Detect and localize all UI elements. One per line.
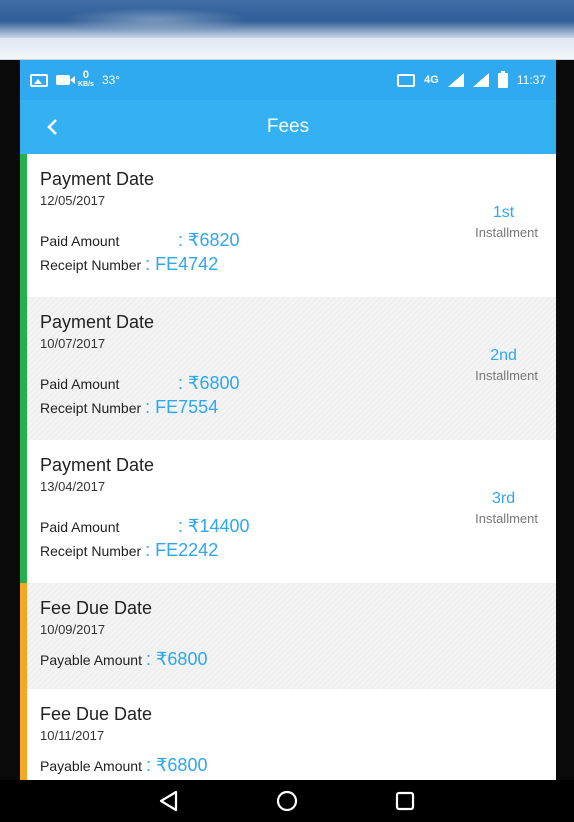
nav-home-button[interactable] <box>267 784 307 818</box>
paid-amount-label: Paid Amount <box>40 233 120 249</box>
paid-amount-value: : ₹6820 <box>178 230 240 250</box>
phone-edge-right <box>556 60 574 782</box>
receipt-number-value: : FE2242 <box>145 540 219 560</box>
net-speed-unit: KB/s <box>78 81 94 88</box>
square-recents-icon <box>395 791 415 811</box>
fee-due-card[interactable]: Fee Due Date 10/11/2017 Payable Amount :… <box>20 689 556 780</box>
video-notification-icon <box>56 75 75 85</box>
payable-amount-label: Payable Amount <box>40 758 142 774</box>
receipt-number-label: Receipt Number <box>40 400 142 416</box>
browser-frame <box>0 0 574 38</box>
payment-card[interactable]: Payment Date 13/04/2017 Paid Amount : ₹1… <box>20 440 556 583</box>
app-bar: Fees <box>20 100 556 154</box>
gallery-notification-icon <box>30 73 48 87</box>
installment-label: Installment <box>475 225 538 240</box>
installment-number: 1st <box>492 204 515 221</box>
nav-back-button[interactable] <box>149 784 189 818</box>
frame-shine <box>60 8 250 32</box>
system-nav-bar <box>0 780 574 822</box>
payable-amount-row: Payable Amount : ₹6800 <box>40 649 556 670</box>
payment-date-title: Payment Date <box>40 455 155 475</box>
receipt-number-row: Receipt Number : FE2242 <box>40 540 556 561</box>
fees-list: Payment Date 12/05/2017 Paid Amount : ₹6… <box>20 154 556 780</box>
network-type: 4G <box>424 74 439 86</box>
installment-number: 2nd <box>490 347 517 364</box>
paid-status-bar <box>20 297 27 440</box>
nav-recents-button[interactable] <box>385 784 425 818</box>
installment-label: Installment <box>475 368 538 383</box>
installment-badge: 1st Installment <box>475 204 538 240</box>
payment-date-title: Payment Date <box>40 312 155 332</box>
back-button[interactable] <box>38 113 66 141</box>
receipt-number-value: : FE7554 <box>145 397 219 417</box>
net-speed-value: 0 <box>82 69 90 81</box>
signal-icon <box>447 73 464 87</box>
page-title: Fees <box>266 116 310 137</box>
installment-label: Installment <box>475 511 538 526</box>
payable-amount-value: : ₹6800 <box>145 755 208 775</box>
fee-due-title: Fee Due Date <box>40 704 153 724</box>
paid-amount-value: : ₹14400 <box>178 516 250 536</box>
receipt-number-label: Receipt Number <box>40 543 142 559</box>
circle-home-icon <box>276 790 298 812</box>
net-speed: 0 KB/s <box>78 69 94 89</box>
cast-icon <box>397 73 416 87</box>
clock: 11:37 <box>516 73 546 87</box>
battery-icon <box>497 70 508 88</box>
roaming-signal-icon <box>472 73 489 87</box>
due-status-bar <box>20 689 27 780</box>
payment-card[interactable]: Payment Date 10/07/2017 Paid Amount : ₹6… <box>20 297 556 440</box>
fee-due-card[interactable]: Fee Due Date 10/09/2017 Payable Amount :… <box>20 583 556 689</box>
fee-due-date: 10/09/2017 <box>40 622 106 637</box>
paid-amount-label: Paid Amount <box>40 376 120 392</box>
due-status-bar <box>20 583 27 689</box>
fee-due-title: Fee Due Date <box>40 598 153 618</box>
paid-amount-label: Paid Amount <box>40 519 120 535</box>
receipt-number-row: Receipt Number : FE4742 <box>40 254 556 275</box>
payable-amount-value: : ₹6800 <box>145 649 208 669</box>
temperature: 33° <box>101 73 121 87</box>
payable-amount-row: Payable Amount : ₹6800 <box>40 755 556 776</box>
receipt-number-row: Receipt Number : FE7554 <box>40 397 556 418</box>
status-bar: 0 KB/s 33° 4G 11:37 <box>20 60 556 100</box>
payment-card[interactable]: Payment Date 12/05/2017 Paid Amount : ₹6… <box>20 154 556 297</box>
payable-amount-label: Payable Amount <box>40 652 142 668</box>
installment-number: 3rd <box>492 490 516 507</box>
triangle-back-icon <box>159 790 178 812</box>
chevron-left-icon <box>47 119 57 135</box>
paid-status-bar <box>20 440 27 583</box>
receipt-number-value: : FE4742 <box>145 254 219 274</box>
fee-due-date: 10/11/2017 <box>40 728 105 743</box>
receipt-number-label: Receipt Number <box>40 257 142 273</box>
phone-edge-left <box>0 60 20 782</box>
installment-badge: 3rd Installment <box>475 490 538 526</box>
paid-amount-value: : ₹6800 <box>178 373 240 393</box>
payment-date-title: Payment Date <box>40 169 155 189</box>
browser-address-strip <box>0 38 574 60</box>
paid-status-bar <box>20 154 27 297</box>
installment-badge: 2nd Installment <box>475 347 538 383</box>
